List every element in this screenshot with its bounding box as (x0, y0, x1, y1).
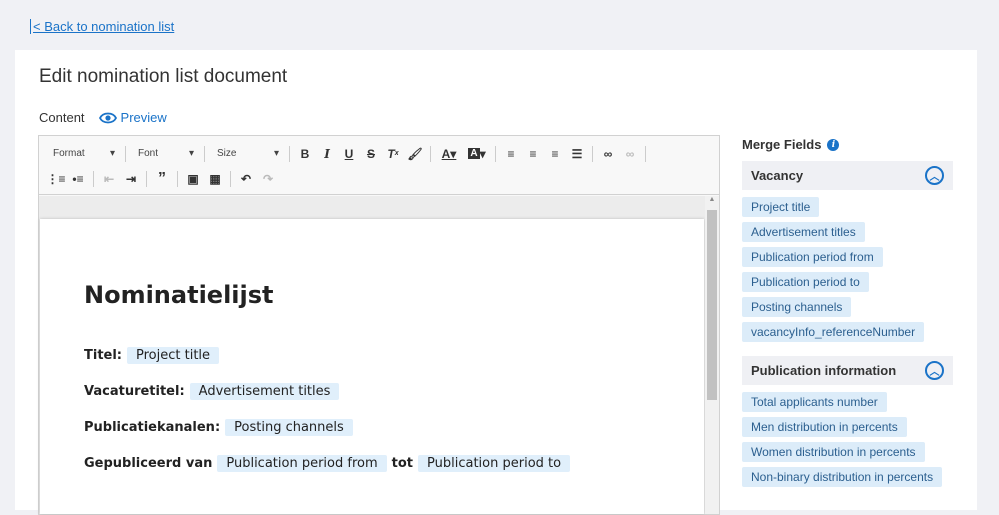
doc-line-published: Gepubliceerd van Publication period from t… (84, 455, 660, 472)
font-dropdown[interactable]: Font ▾ (130, 144, 200, 164)
justify-icon[interactable]: ☰ (566, 144, 588, 164)
edit-card: Edit nomination list document Content Pr… (15, 50, 977, 515)
link-icon[interactable]: ∞ (597, 144, 619, 164)
unlink-icon[interactable]: ∞ (619, 144, 641, 164)
chevron-up-icon[interactable]: ︿ (925, 166, 944, 185)
editor-scrollbar[interactable]: ▲ (705, 196, 719, 514)
text-color-icon[interactable]: A▾ (435, 144, 463, 164)
bulleted-list-icon[interactable]: •≡ (67, 169, 89, 189)
size-dropdown[interactable]: Size ▾ (209, 144, 285, 164)
image-icon[interactable]: ▣ (182, 169, 204, 189)
scrollbar-thumb[interactable] (707, 210, 717, 400)
merge-field-chip[interactable]: Project title (742, 197, 820, 217)
merge-field-chip[interactable]: Publication period from (742, 247, 883, 267)
eye-icon (98, 112, 117, 123)
rich-text-editor: Format ▾ Font ▾ Size ▾ B I U S Tx 🖌 A▾ A ▾ ≡… (38, 135, 720, 515)
redo-icon[interactable]: ↷ (257, 169, 279, 189)
merge-chip: Publication period to (418, 455, 571, 472)
merge-field-chip[interactable]: vacancyInfo_referenceNumber (742, 322, 925, 342)
document-page[interactable]: Nominatielijst Titel: Project title Vacat… (40, 219, 704, 514)
tab-content[interactable]: Content (39, 110, 85, 125)
blockquote-icon[interactable]: ” (151, 169, 173, 189)
merge-field-chip[interactable]: Women distribution in percents (742, 442, 925, 462)
italic-icon[interactable]: I (316, 144, 338, 164)
merge-field-chip[interactable]: Non-binary distribution in percents (742, 467, 943, 487)
undo-icon[interactable]: ↶ (235, 169, 257, 189)
align-right-icon[interactable]: ≡ (544, 144, 566, 164)
underline-icon[interactable]: U (338, 144, 360, 164)
merge-chip: Project title (127, 347, 220, 364)
back-to-nomination-list-link[interactable]: < Back to nomination list (30, 19, 174, 34)
doc-line-channels: Publicatiekanalen: Posting channels (84, 419, 660, 436)
numbered-list-icon[interactable]: ⋮≡ (45, 169, 67, 189)
editor-toolbar: Format ▾ Font ▾ Size ▾ B I U S Tx 🖌 A▾ A ▾ ≡… (39, 136, 719, 195)
merge-chip: Publication period from (217, 455, 387, 472)
table-icon[interactable]: ▦ (204, 169, 226, 189)
tab-preview[interactable]: Preview (98, 110, 167, 125)
chevron-up-icon[interactable]: ︿ (925, 361, 944, 380)
merge-section-header[interactable]: Vacancy ︿ (742, 161, 953, 190)
merge-field-chip[interactable]: Men distribution in percents (742, 417, 907, 437)
merge-chip: Advertisement titles (189, 383, 340, 400)
document-heading: Nominatielijst (84, 281, 274, 309)
align-center-icon[interactable]: ≡ (522, 144, 544, 164)
indent-icon[interactable]: ⇥ (120, 169, 142, 189)
background-color-icon[interactable]: A ▾ (463, 144, 491, 164)
align-left-icon[interactable]: ≡ (500, 144, 522, 164)
section-title: Vacancy (751, 168, 804, 183)
merge-fields-panel: Merge Fields i Vacancy ︿ Project title Adver… (742, 135, 953, 492)
merge-chip: Posting channels (225, 419, 353, 436)
format-dropdown[interactable]: Format ▾ (45, 144, 121, 164)
merge-field-chip[interactable]: Posting channels (742, 297, 852, 317)
info-icon[interactable]: i (827, 138, 840, 151)
preview-label: Preview (120, 110, 167, 125)
merge-field-chip[interactable]: Publication period to (742, 272, 869, 292)
merge-section-header[interactable]: Publication information ︿ (742, 356, 953, 385)
paint-brush-icon[interactable]: 🖌 (404, 144, 426, 164)
bold-icon[interactable]: B (294, 144, 316, 164)
section-title: Publication information (751, 363, 897, 378)
page-title: Edit nomination list document (39, 66, 288, 87)
merge-field-chip[interactable]: Advertisement titles (742, 222, 865, 242)
strikethrough-icon[interactable]: S (360, 144, 382, 164)
outdent-icon[interactable]: ⇤ (98, 169, 120, 189)
merge-field-chip[interactable]: Total applicants number (742, 392, 887, 412)
merge-fields-title: Merge Fields (742, 137, 822, 152)
remove-format-icon[interactable]: Tx (382, 144, 404, 164)
doc-line-title: Titel: Project title (84, 347, 660, 364)
doc-line-vacancy-title: Vacaturetitel: Advertisement titles (84, 383, 660, 400)
